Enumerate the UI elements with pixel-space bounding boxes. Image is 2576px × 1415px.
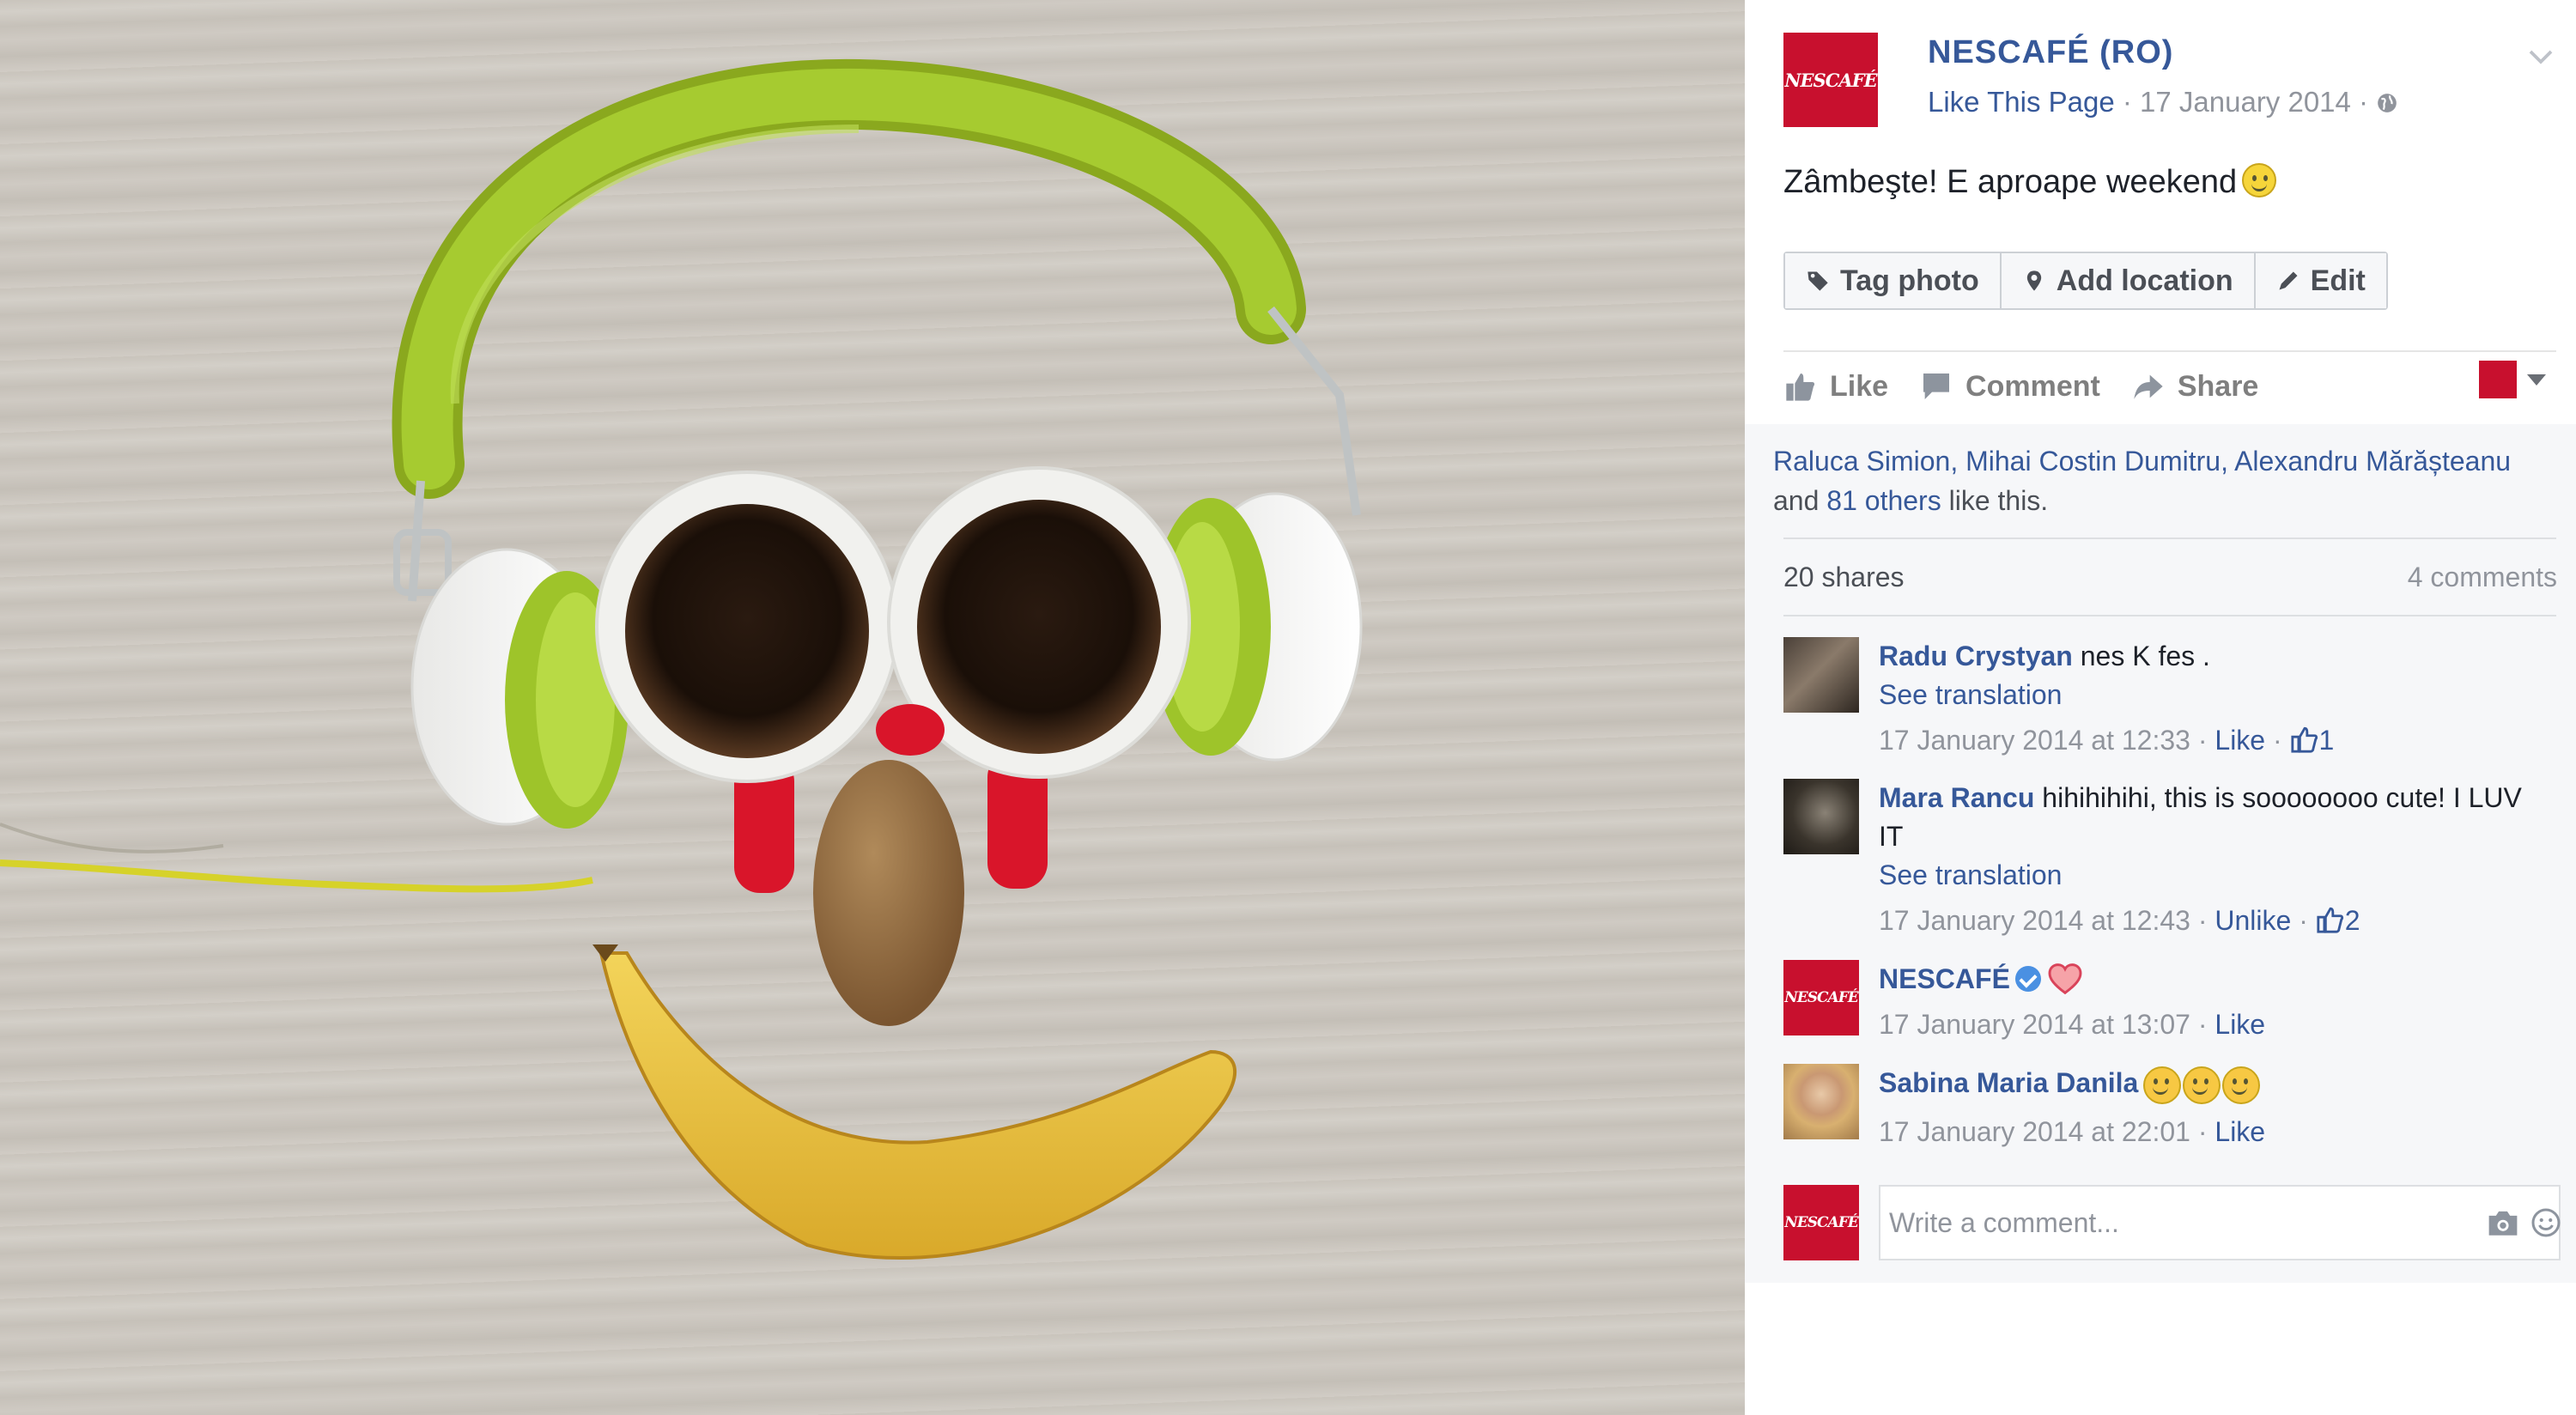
thumbs-up-icon <box>2290 726 2318 753</box>
comment-like-link[interactable]: Like <box>2215 1009 2265 1040</box>
page-name-link[interactable]: NESCAFÉ (RO) <box>1928 34 2173 71</box>
comment-label: Comment <box>1965 369 2100 403</box>
divider <box>1783 350 2556 352</box>
tag-photo-button[interactable]: Tag photo <box>1785 253 2002 308</box>
thumbs-up-icon <box>2317 907 2343 933</box>
comments-count-link[interactable]: 4 comments <box>2408 562 2557 593</box>
edit-button[interactable]: Edit <box>2255 253 2386 308</box>
comment-body: Mara Rancu hihihihihi, this is soooooooo… <box>1879 779 2549 940</box>
likers-and: and <box>1773 485 1827 516</box>
actor-selector[interactable] <box>2479 361 2546 398</box>
comment-body: Sabina Maria Danila 17 January 2014 at 2… <box>1879 1064 2549 1151</box>
post-caption: Zâmbeşte! E aproape weekend <box>1783 163 2277 201</box>
emoji-group <box>2143 1066 2262 1109</box>
emoji-picker-icon[interactable] <box>2529 1207 2563 1238</box>
photo-actions-bar: Tag photo Add location Edit <box>1783 252 2388 310</box>
post-meta: Like This Page · 17 January 2014 · <box>1928 86 2398 118</box>
comment-like-link[interactable]: Like <box>2215 725 2265 756</box>
comment-author-link[interactable]: Sabina Maria Danila <box>1879 1067 2138 1098</box>
page-avatar[interactable]: NESCAFÉ <box>1783 33 1878 127</box>
comment-like-link[interactable]: Like <box>2215 1116 2265 1147</box>
tag-icon <box>1807 271 1828 291</box>
meta-separator-2: · <box>2350 86 2377 118</box>
like-page-link[interactable]: Like This Page <box>1928 86 2115 118</box>
add-location-label: Add location <box>2056 264 2233 297</box>
comment-time-link[interactable]: 17 January 2014 at 13:07 <box>1879 1009 2190 1040</box>
comment-body: NESCAFÉ 17 January 2014 at 13:07 · Like <box>1879 960 2549 1044</box>
verified-badge-icon <box>2014 966 2041 992</box>
share-label: Share <box>2177 369 2259 403</box>
meta-separator: · <box>2114 86 2141 118</box>
see-translation-link[interactable]: See translation <box>1879 856 2549 895</box>
comment-time-link[interactable]: 17 January 2014 at 12:33 <box>1879 725 2190 756</box>
comment-meta: 17 January 2014 at 22:01 · Like <box>1879 1116 2266 1147</box>
comment-bubble-icon <box>1923 373 1950 399</box>
globe-icon[interactable] <box>2376 92 2398 114</box>
comment-input[interactable] <box>1879 1185 2561 1260</box>
edit-label: Edit <box>2310 264 2366 297</box>
commenter-avatar[interactable]: NESCAFÉ <box>1783 960 1859 1035</box>
comment-meta: 17 January 2014 at 12:33 · Like · 1 <box>1879 725 2335 756</box>
ufi-action-bar: Like Comment Share <box>1783 361 2556 412</box>
actor-avatar <box>2479 361 2517 398</box>
tag-photo-label: Tag photo <box>1840 264 1979 297</box>
caption-text: Zâmbeşte! E aproape weekend <box>1783 164 2238 200</box>
thumbs-up-icon <box>1786 373 1815 401</box>
comment-unlike-link[interactable]: Unlike <box>2215 905 2291 936</box>
smile-emoji-icon <box>2242 163 2277 197</box>
divider <box>1783 615 2556 616</box>
likers-names-link[interactable]: Raluca Simion, Mihai Costin Dumitru, Ale… <box>1773 446 2511 477</box>
location-pin-icon <box>2026 270 2041 291</box>
post-photo[interactable] <box>0 0 1745 1415</box>
heart-icon <box>2048 963 2082 994</box>
commenter-avatar[interactable] <box>1783 1064 1859 1139</box>
commenter-avatar[interactable] <box>1783 637 1859 713</box>
likers-summary: Raluca Simion, Mihai Costin Dumitru, Ale… <box>1773 441 2555 520</box>
post-side-panel: NESCAFÉ NESCAFÉ (RO) Like This Page · 17… <box>1745 0 2576 1415</box>
smile-emoji-icon <box>2222 1066 2261 1104</box>
wink-emoji-icon <box>2183 1066 2221 1104</box>
commenter-avatar[interactable] <box>1783 779 1859 854</box>
caret-down-icon <box>2527 373 2546 386</box>
comment-text: nes K fes . <box>2072 641 2210 671</box>
photo-illustration <box>0 58 1363 1260</box>
comment-author-link[interactable]: Mara Rancu <box>1879 782 2034 813</box>
comment-body: Radu Crystyan nes K fes . See translatio… <box>1879 637 2549 760</box>
comment-meta: 17 January 2014 at 13:07 · Like <box>1879 1009 2266 1040</box>
like-label: Like <box>1830 369 1889 403</box>
comment-like-count[interactable]: 2 <box>2345 905 2360 936</box>
smile-emoji-icon <box>2143 1066 2182 1104</box>
like-button[interactable]: Like <box>1783 369 1888 404</box>
feedback-section: Raluca Simion, Mihai Costin Dumitru, Ale… <box>1745 424 2576 1283</box>
comment-author-link[interactable]: NESCAFÉ <box>1879 963 2010 994</box>
chevron-down-icon[interactable] <box>2525 41 2556 72</box>
divider <box>1783 537 2556 539</box>
shares-count-link[interactable]: 20 shares <box>1783 562 1905 593</box>
post-header: NESCAFÉ NESCAFÉ (RO) Like This Page · 17… <box>1783 33 2556 136</box>
share-button[interactable]: Share <box>2131 369 2259 404</box>
comment-time-link[interactable]: 17 January 2014 at 22:01 <box>1879 1116 2190 1147</box>
comment-meta: 17 January 2014 at 12:43 · Unlike · 2 <box>1879 905 2360 936</box>
add-location-button[interactable]: Add location <box>2001 253 2256 308</box>
comment-author-link[interactable]: Radu Crystyan <box>1879 641 2073 671</box>
likers-others-link[interactable]: 81 others <box>1826 485 1941 516</box>
comment-button[interactable]: Comment <box>1919 369 2100 404</box>
composer-avatar: NESCAFÉ <box>1783 1185 1859 1260</box>
comment-time-link[interactable]: 17 January 2014 at 12:43 <box>1879 905 2190 936</box>
pencil-icon <box>2279 271 2298 290</box>
camera-icon[interactable] <box>2486 1207 2520 1238</box>
likers-suffix: like this. <box>1941 485 2049 516</box>
comment-like-count[interactable]: 1 <box>2319 725 2335 756</box>
post-date-link[interactable]: 17 January 2014 <box>2140 86 2351 118</box>
share-arrow-icon <box>2134 374 2163 399</box>
see-translation-link[interactable]: See translation <box>1879 676 2549 714</box>
comment-composer: NESCAFÉ <box>1783 1185 2561 1260</box>
